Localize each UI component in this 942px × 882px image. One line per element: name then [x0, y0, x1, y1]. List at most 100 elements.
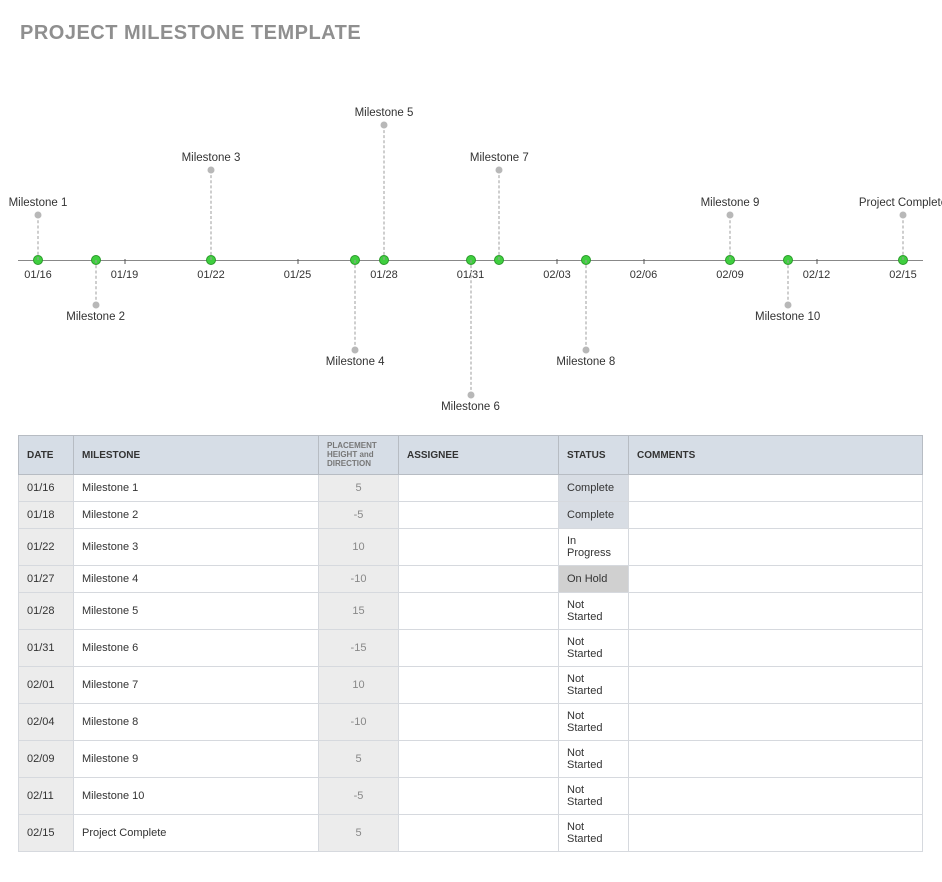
col-date: DATE [19, 436, 74, 475]
cell: -10 [319, 566, 399, 593]
milestone-label: Milestone 1 [9, 197, 68, 209]
milestone-label: Milestone 10 [755, 311, 820, 323]
tick-mark [557, 259, 558, 264]
milestone-label: Milestone 2 [66, 311, 125, 323]
table-row: 02/01Milestone 710Not Started [19, 667, 923, 704]
milestone-enddot [467, 392, 474, 399]
table-row: 01/28Milestone 515 Not Started [19, 593, 923, 630]
cell: -5 [319, 778, 399, 815]
tick-mark [124, 259, 125, 264]
timeline-chart: 01/1601/1901/2201/2501/2801/3102/0302/06… [18, 55, 923, 395]
cell: 15 [319, 593, 399, 630]
milestone-label: Project Complete [859, 197, 942, 209]
table-row: 01/22Milestone 310In Progress [19, 529, 923, 566]
cell [399, 741, 559, 778]
milestone-label: Milestone 9 [701, 197, 760, 209]
tick-label: 02/15 [889, 269, 917, 281]
milestone-stem [384, 125, 385, 260]
milestone-label: Milestone 3 [182, 152, 241, 164]
cell: Not Started [559, 741, 629, 778]
cell: Milestone 1 [74, 475, 319, 502]
cell: Milestone 10 [74, 778, 319, 815]
milestone-enddot [352, 347, 359, 354]
table-row: 01/16Milestone 15 Complete [19, 475, 923, 502]
milestone-enddot [381, 122, 388, 129]
cell [399, 475, 559, 502]
milestone-stem [499, 170, 500, 260]
cell: 02/01 [19, 667, 74, 704]
cell [399, 593, 559, 630]
cell [399, 778, 559, 815]
cell: Project Complete [74, 815, 319, 852]
tick-mark [816, 259, 817, 264]
page-title: PROJECT MILESTONE TEMPLATE [20, 22, 924, 45]
cell: Milestone 8 [74, 704, 319, 741]
milestone-label: Milestone 5 [355, 107, 414, 119]
cell [629, 778, 923, 815]
tick-mark [643, 259, 644, 264]
cell [629, 630, 923, 667]
cell: 01/28 [19, 593, 74, 630]
cell [629, 593, 923, 630]
cell [629, 529, 923, 566]
cell: Milestone 6 [74, 630, 319, 667]
milestone-stem [903, 215, 904, 260]
milestone-stem [585, 260, 586, 350]
cell: Not Started [559, 778, 629, 815]
cell: Milestone 2 [74, 502, 319, 529]
milestone-stem [470, 260, 471, 395]
cell [399, 566, 559, 593]
table-row: 01/27Milestone 4-10On Hold [19, 566, 923, 593]
tick-label: 01/19 [111, 269, 139, 281]
col-status: STATUS [559, 436, 629, 475]
table-row: 01/18Milestone 2-5Complete [19, 502, 923, 529]
tick-label: 01/28 [370, 269, 398, 281]
cell: Milestone 5 [74, 593, 319, 630]
tick-label: 02/12 [803, 269, 831, 281]
milestone-stem [211, 170, 212, 260]
cell: Milestone 3 [74, 529, 319, 566]
table-row: 02/04Milestone 8-10Not Started [19, 704, 923, 741]
cell: 01/27 [19, 566, 74, 593]
cell [629, 502, 923, 529]
milestone-enddot [784, 302, 791, 309]
cell [629, 704, 923, 741]
col-assignee: ASSIGNEE [399, 436, 559, 475]
milestone-enddot [35, 212, 42, 219]
milestone-enddot [496, 167, 503, 174]
milestone-enddot [92, 302, 99, 309]
cell [399, 502, 559, 529]
cell [629, 566, 923, 593]
cell [399, 815, 559, 852]
cell [399, 630, 559, 667]
tick-label: 02/09 [716, 269, 744, 281]
cell [629, 741, 923, 778]
cell: 5 [319, 741, 399, 778]
cell: 01/16 [19, 475, 74, 502]
cell: Complete [559, 475, 629, 502]
cell: 02/09 [19, 741, 74, 778]
milestone-label: Milestone 6 [441, 401, 500, 413]
cell: Not Started [559, 704, 629, 741]
tick-mark [297, 259, 298, 264]
milestone-label: Milestone 8 [556, 356, 615, 368]
tick-label: 02/06 [630, 269, 658, 281]
tick-label: 02/03 [543, 269, 571, 281]
cell: Milestone 7 [74, 667, 319, 704]
cell: Milestone 9 [74, 741, 319, 778]
cell: Not Started [559, 630, 629, 667]
cell: Not Started [559, 593, 629, 630]
cell: 02/04 [19, 704, 74, 741]
cell: 01/18 [19, 502, 74, 529]
cell [629, 475, 923, 502]
cell: -5 [319, 502, 399, 529]
cell: Not Started [559, 667, 629, 704]
milestone-stem [38, 215, 39, 260]
cell: 5 [319, 815, 399, 852]
cell: 5 [319, 475, 399, 502]
milestone-stem [95, 260, 96, 305]
table-row: 02/15Project Complete5Not Started [19, 815, 923, 852]
cell: 02/15 [19, 815, 74, 852]
cell: 10 [319, 529, 399, 566]
milestone-stem [730, 215, 731, 260]
